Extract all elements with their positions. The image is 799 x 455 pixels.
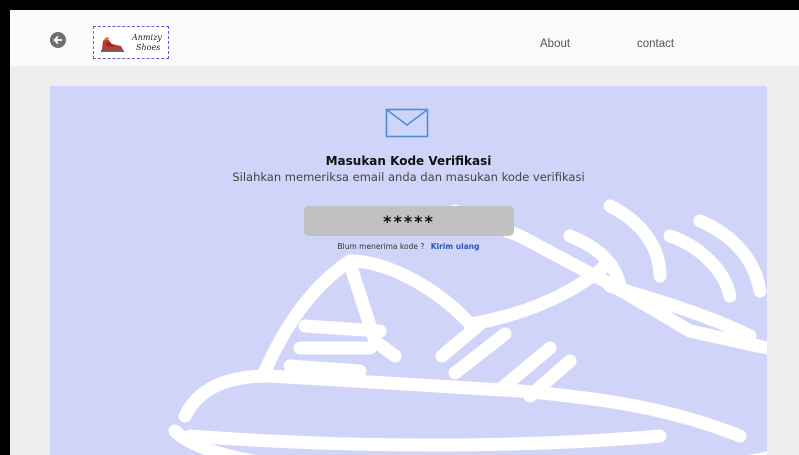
verification-code-input[interactable] bbox=[304, 206, 514, 236]
nav-contact-link[interactable]: contact bbox=[637, 38, 674, 50]
navbar: Anmizy Shoes About contact bbox=[10, 10, 799, 66]
sneaker-logo-icon: Anmizy Shoes bbox=[101, 33, 162, 52]
verification-subtitle: Silahkan memeriksa email anda dan masuka… bbox=[232, 170, 585, 184]
resend-prompt: Blum menerima kode ? bbox=[337, 242, 425, 251]
app-window: Anmizy Shoes About contact Masukan Kode … bbox=[10, 10, 799, 455]
svg-text:Shoes: Shoes bbox=[136, 43, 160, 52]
sneaker-icon bbox=[168, 199, 767, 455]
svg-text:Anmizy: Anmizy bbox=[131, 33, 162, 42]
verification-title: Masukan Kode Verifikasi bbox=[325, 154, 492, 168]
resend-row: Blum menerima kode ? Kirim ulang bbox=[50, 242, 767, 251]
verification-card: Masukan Kode Verifikasi Silahkan memerik… bbox=[50, 86, 767, 455]
brand-logo[interactable]: Anmizy Shoes bbox=[93, 26, 169, 59]
resend-link[interactable]: Kirim ulang bbox=[431, 242, 480, 251]
arrow-left-icon bbox=[53, 36, 63, 44]
back-button[interactable] bbox=[50, 32, 66, 48]
envelope-icon bbox=[385, 108, 429, 138]
nav-about-link[interactable]: About bbox=[540, 38, 570, 50]
